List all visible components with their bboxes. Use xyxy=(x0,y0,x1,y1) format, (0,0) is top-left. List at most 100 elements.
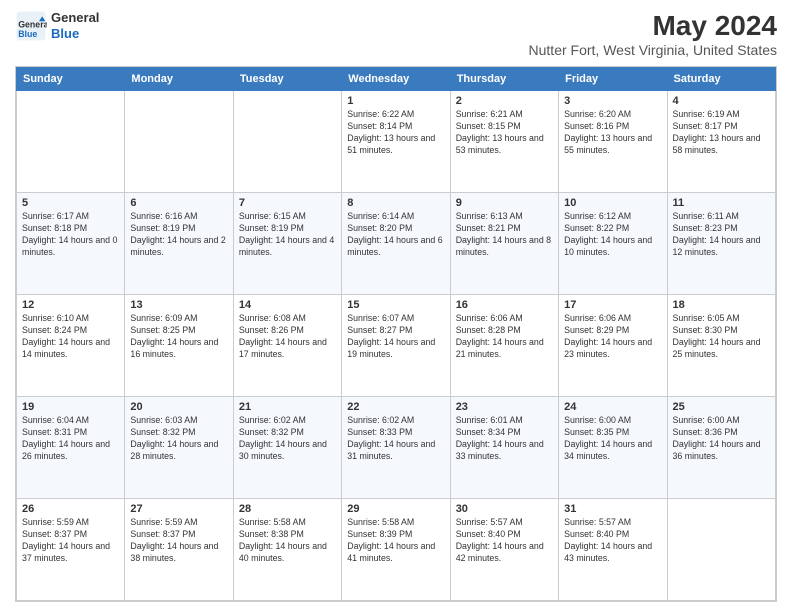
main-title: May 2024 xyxy=(529,10,777,42)
day-number: 22 xyxy=(347,401,444,413)
day-number: 6 xyxy=(130,197,227,209)
day-cell-4: 4 Sunrise: 6:19 AMSunset: 8:17 PMDaylight… xyxy=(667,91,775,193)
day-info: Sunrise: 5:59 AMSunset: 8:37 PMDaylight:… xyxy=(130,517,227,565)
day-number: 10 xyxy=(564,197,661,209)
day-info: Sunrise: 5:57 AMSunset: 8:40 PMDaylight:… xyxy=(456,517,553,565)
day-number: 4 xyxy=(673,95,770,107)
empty-cell xyxy=(17,91,125,193)
day-number: 29 xyxy=(347,503,444,515)
day-number: 3 xyxy=(564,95,661,107)
day-number: 7 xyxy=(239,197,336,209)
day-info: Sunrise: 6:12 AMSunset: 8:22 PMDaylight:… xyxy=(564,211,661,259)
day-number: 5 xyxy=(22,197,119,209)
day-cell-7: 7 Sunrise: 6:15 AMSunset: 8:19 PMDaylight… xyxy=(233,193,341,295)
day-number: 23 xyxy=(456,401,553,413)
day-info: Sunrise: 6:02 AMSunset: 8:33 PMDaylight:… xyxy=(347,415,444,463)
day-cell-25: 25 Sunrise: 6:00 AMSunset: 8:36 PMDayligh… xyxy=(667,397,775,499)
subtitle: Nutter Fort, West Virginia, United State… xyxy=(529,42,777,58)
day-info: Sunrise: 5:58 AMSunset: 8:38 PMDaylight:… xyxy=(239,517,336,565)
col-saturday: Saturday xyxy=(667,68,775,91)
day-info: Sunrise: 6:00 AMSunset: 8:35 PMDaylight:… xyxy=(564,415,661,463)
day-cell-29: 29 Sunrise: 5:58 AMSunset: 8:39 PMDayligh… xyxy=(342,499,450,601)
col-wednesday: Wednesday xyxy=(342,68,450,91)
calendar: Sunday Monday Tuesday Wednesday Thursday… xyxy=(15,66,777,602)
logo: General Blue General Blue xyxy=(15,10,99,42)
day-number: 21 xyxy=(239,401,336,413)
day-cell-28: 28Sunrise: 5:58 AMSunset: 8:38 PMDayligh… xyxy=(233,499,341,601)
day-info: Sunrise: 6:11 AMSunset: 8:23 PMDaylight:… xyxy=(673,211,770,259)
day-cell-18: 18 Sunrise: 6:05 AMSunset: 8:30 PMDayligh… xyxy=(667,295,775,397)
day-info: Sunrise: 6:06 AMSunset: 8:29 PMDaylight:… xyxy=(564,313,661,361)
logo-text: General Blue xyxy=(51,10,99,41)
header: General Blue General Blue May 2024 Nutte… xyxy=(15,10,777,58)
day-number: 30 xyxy=(456,503,553,515)
day-cell-14: 14 Sunrise: 6:08 AMSunset: 8:26 PMDayligh… xyxy=(233,295,341,397)
calendar-week-3: 12Sunrise: 6:10 AMSunset: 8:24 PMDayligh… xyxy=(17,295,776,397)
day-info: Sunrise: 6:16 AMSunset: 8:19 PMDaylight:… xyxy=(130,211,227,259)
day-number: 16 xyxy=(456,299,553,311)
col-friday: Friday xyxy=(559,68,667,91)
day-number: 17 xyxy=(564,299,661,311)
day-info: Sunrise: 6:20 AMSunset: 8:16 PMDaylight:… xyxy=(564,109,661,157)
svg-text:Blue: Blue xyxy=(18,29,37,39)
page: General Blue General Blue May 2024 Nutte… xyxy=(0,0,792,612)
day-cell-17: 17 Sunrise: 6:06 AMSunset: 8:29 PMDayligh… xyxy=(559,295,667,397)
day-number: 9 xyxy=(456,197,553,209)
day-cell-24: 24 Sunrise: 6:00 AMSunset: 8:35 PMDayligh… xyxy=(559,397,667,499)
day-info: Sunrise: 6:07 AMSunset: 8:27 PMDaylight:… xyxy=(347,313,444,361)
day-number: 8 xyxy=(347,197,444,209)
day-cell-23: 23 Sunrise: 6:01 AMSunset: 8:34 PMDayligh… xyxy=(450,397,558,499)
day-cell-12: 12Sunrise: 6:10 AMSunset: 8:24 PMDayligh… xyxy=(17,295,125,397)
day-cell-1: 1 Sunrise: 6:22 AMSunset: 8:14 PMDaylight… xyxy=(342,91,450,193)
day-number: 31 xyxy=(564,503,661,515)
day-number: 1 xyxy=(347,95,444,107)
day-cell-6: 6 Sunrise: 6:16 AMSunset: 8:19 PMDaylight… xyxy=(125,193,233,295)
day-cell-22: 22 Sunrise: 6:02 AMSunset: 8:33 PMDayligh… xyxy=(342,397,450,499)
day-number: 14 xyxy=(239,299,336,311)
col-monday: Monday xyxy=(125,68,233,91)
day-cell-16: 16 Sunrise: 6:06 AMSunset: 8:28 PMDayligh… xyxy=(450,295,558,397)
day-cell-21: 21Sunrise: 6:02 AMSunset: 8:32 PMDayligh… xyxy=(233,397,341,499)
day-info: Sunrise: 6:15 AMSunset: 8:19 PMDaylight:… xyxy=(239,211,336,259)
day-info: Sunrise: 6:17 AMSunset: 8:18 PMDaylight:… xyxy=(22,211,119,259)
day-info: Sunrise: 6:00 AMSunset: 8:36 PMDaylight:… xyxy=(673,415,770,463)
day-info: Sunrise: 6:19 AMSunset: 8:17 PMDaylight:… xyxy=(673,109,770,157)
day-cell-27: 27Sunrise: 5:59 AMSunset: 8:37 PMDayligh… xyxy=(125,499,233,601)
empty-cell xyxy=(233,91,341,193)
day-cell-30: 30 Sunrise: 5:57 AMSunset: 8:40 PMDayligh… xyxy=(450,499,558,601)
day-info: Sunrise: 6:08 AMSunset: 8:26 PMDaylight:… xyxy=(239,313,336,361)
day-info: Sunrise: 6:09 AMSunset: 8:25 PMDaylight:… xyxy=(130,313,227,361)
calendar-header-row: Sunday Monday Tuesday Wednesday Thursday… xyxy=(17,68,776,91)
day-info: Sunrise: 6:10 AMSunset: 8:24 PMDaylight:… xyxy=(22,313,119,361)
day-info: Sunrise: 6:04 AMSunset: 8:31 PMDaylight:… xyxy=(22,415,119,463)
day-number: 18 xyxy=(673,299,770,311)
day-number: 20 xyxy=(130,401,227,413)
day-info: Sunrise: 6:14 AMSunset: 8:20 PMDaylight:… xyxy=(347,211,444,259)
day-number: 2 xyxy=(456,95,553,107)
day-number: 25 xyxy=(673,401,770,413)
calendar-week-5: 26Sunrise: 5:59 AMSunset: 8:37 PMDayligh… xyxy=(17,499,776,601)
day-number: 19 xyxy=(22,401,119,413)
calendar-week-4: 19 Sunrise: 6:04 AMSunset: 8:31 PMDayligh… xyxy=(17,397,776,499)
day-info: Sunrise: 5:57 AMSunset: 8:40 PMDaylight:… xyxy=(564,517,661,565)
empty-cell xyxy=(125,91,233,193)
day-number: 24 xyxy=(564,401,661,413)
day-number: 11 xyxy=(673,197,770,209)
empty-cell xyxy=(667,499,775,601)
day-cell-19: 19 Sunrise: 6:04 AMSunset: 8:31 PMDayligh… xyxy=(17,397,125,499)
day-cell-9: 9Sunrise: 6:13 AMSunset: 8:21 PMDaylight… xyxy=(450,193,558,295)
day-number: 13 xyxy=(130,299,227,311)
day-cell-5: 5 Sunrise: 6:17 AMSunset: 8:18 PMDaylight… xyxy=(17,193,125,295)
day-cell-15: 15Sunrise: 6:07 AMSunset: 8:27 PMDayligh… xyxy=(342,295,450,397)
day-info: Sunrise: 6:05 AMSunset: 8:30 PMDaylight:… xyxy=(673,313,770,361)
calendar-week-2: 5 Sunrise: 6:17 AMSunset: 8:18 PMDaylight… xyxy=(17,193,776,295)
day-info: Sunrise: 6:01 AMSunset: 8:34 PMDaylight:… xyxy=(456,415,553,463)
col-tuesday: Tuesday xyxy=(233,68,341,91)
logo-icon: General Blue xyxy=(15,10,47,42)
day-info: Sunrise: 6:21 AMSunset: 8:15 PMDaylight:… xyxy=(456,109,553,157)
day-info: Sunrise: 6:22 AMSunset: 8:14 PMDaylight:… xyxy=(347,109,444,157)
day-info: Sunrise: 5:58 AMSunset: 8:39 PMDaylight:… xyxy=(347,517,444,565)
day-cell-26: 26Sunrise: 5:59 AMSunset: 8:37 PMDayligh… xyxy=(17,499,125,601)
day-info: Sunrise: 5:59 AMSunset: 8:37 PMDaylight:… xyxy=(22,517,119,565)
day-info: Sunrise: 6:06 AMSunset: 8:28 PMDaylight:… xyxy=(456,313,553,361)
